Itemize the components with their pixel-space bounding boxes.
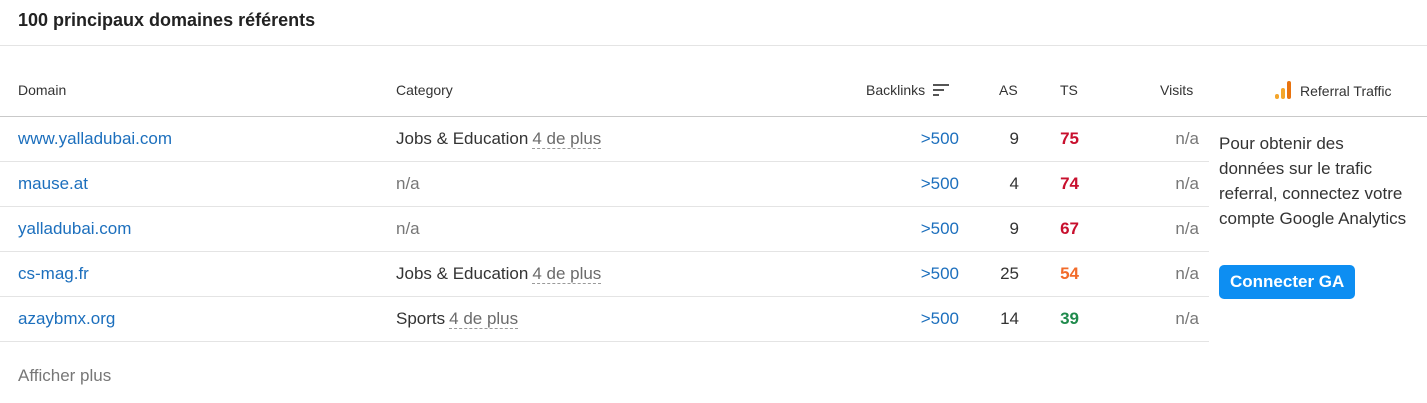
category-label: Jobs & Education	[396, 264, 529, 283]
more-categories-link[interactable]: 4 de plus	[449, 309, 519, 329]
column-header-backlinks-label: Backlinks	[866, 82, 926, 98]
visits-value: n/a	[1175, 174, 1199, 193]
toxicity-score: 75	[1060, 129, 1079, 148]
category-label: Sports	[396, 309, 446, 328]
toxicity-score: 67	[1060, 219, 1079, 238]
category-cell: n/a	[396, 174, 420, 194]
authority-score: 14	[1000, 309, 1019, 328]
domain-link[interactable]: mause.at	[18, 174, 88, 194]
category-cell: Jobs & Education 4 de plus	[396, 129, 602, 149]
table-row: www.yalladubai.com Jobs & Education 4 de p…	[0, 117, 1209, 162]
connect-ga-button[interactable]: Connecter GA	[1219, 265, 1356, 299]
visits-value: n/a	[1175, 219, 1199, 238]
column-header-category: Category	[396, 82, 453, 98]
toxicity-score: 54	[1060, 264, 1079, 283]
authority-score: 25	[1000, 264, 1019, 283]
more-categories-link[interactable]: 4 de plus	[532, 264, 602, 284]
sort-descending-icon[interactable]	[933, 84, 950, 96]
bar-chart-icon	[1275, 81, 1293, 99]
category-label: n/a	[396, 219, 420, 238]
backlinks-link[interactable]: >500	[921, 129, 959, 149]
backlinks-link[interactable]: >500	[921, 264, 959, 284]
category-cell: n/a	[396, 219, 420, 239]
authority-score: 9	[1009, 129, 1019, 148]
column-header-referral: Referral Traffic	[1275, 81, 1392, 99]
authority-score: 4	[1009, 174, 1019, 193]
backlinks-link[interactable]: >500	[921, 174, 959, 194]
domain-link[interactable]: cs-mag.fr	[18, 264, 89, 284]
category-cell: Sports 4 de plus	[396, 309, 519, 329]
column-header-visits[interactable]: Visits	[1160, 82, 1193, 98]
column-header-domain: Domain	[18, 82, 67, 98]
table-header: Domain Category Backlinks AS TS Visits R…	[0, 72, 1427, 117]
toxicity-score: 74	[1060, 174, 1079, 193]
category-cell: Jobs & Education 4 de plus	[396, 264, 602, 284]
toxicity-score: 39	[1060, 309, 1079, 328]
column-header-referral-label: Referral Traffic	[1300, 83, 1392, 99]
domain-link[interactable]: www.yalladubai.com	[18, 129, 172, 149]
referring-domains-table: www.yalladubai.com Jobs & Education 4 de p…	[0, 117, 1209, 342]
table-row: yalladubai.com n/a >500 9 67 n/a	[0, 207, 1209, 252]
authority-score: 9	[1009, 219, 1019, 238]
visits-value: n/a	[1175, 129, 1199, 148]
backlinks-link[interactable]: >500	[921, 219, 959, 239]
backlinks-link[interactable]: >500	[921, 309, 959, 329]
domain-link[interactable]: yalladubai.com	[18, 219, 131, 239]
table-row: cs-mag.fr Jobs & Education 4 de plus >500 25…	[0, 252, 1209, 297]
more-categories-link[interactable]: 4 de plus	[532, 129, 602, 149]
domain-link[interactable]: azaybmx.org	[18, 309, 115, 329]
visits-value: n/a	[1175, 309, 1199, 328]
table-row: mause.at n/a >500 4 74 n/a	[0, 162, 1209, 207]
column-header-ts[interactable]: TS	[1060, 82, 1078, 98]
show-more-link[interactable]: Afficher plus	[18, 366, 111, 386]
column-header-as[interactable]: AS	[999, 82, 1018, 98]
page-title: 100 principaux domaines référents	[18, 10, 316, 30]
title-divider	[0, 45, 1427, 46]
referral-traffic-message: Pour obtenir des données sur le trafic r…	[1219, 134, 1407, 228]
table-row: azaybmx.org Sports 4 de plus >500 14 39 n/a	[0, 297, 1209, 342]
category-label: Jobs & Education	[396, 129, 529, 148]
column-header-backlinks[interactable]: Backlinks	[866, 82, 950, 98]
visits-value: n/a	[1175, 264, 1199, 283]
category-label: n/a	[396, 174, 420, 193]
